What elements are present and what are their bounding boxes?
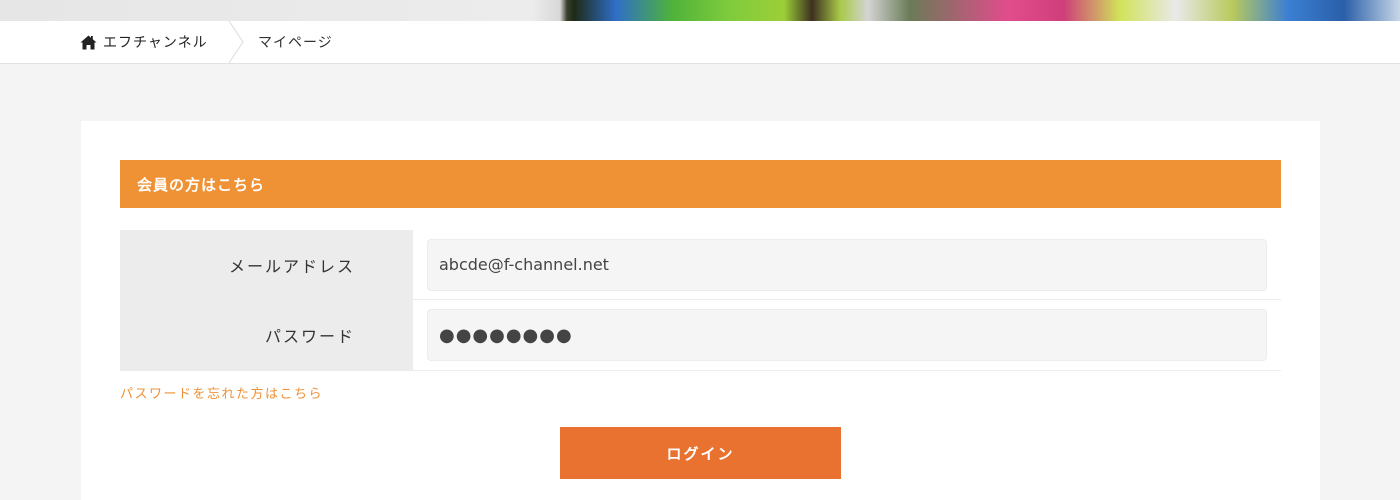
login-panel: 会員の方はこちら メールアドレス パスワード パスワードを忘れた方はこちら ログ… (81, 121, 1320, 500)
breadcrumb-current-page: マイページ (258, 35, 333, 51)
login-button[interactable]: ログイン (560, 427, 841, 479)
hero-banner-image (0, 0, 1400, 21)
password-field[interactable] (427, 309, 1267, 361)
breadcrumb-separator-icon (228, 21, 244, 63)
breadcrumb: エフチャンネル マイページ (0, 21, 1400, 64)
login-form-table: メールアドレス パスワード (120, 230, 1281, 371)
password-field-cell (413, 300, 1281, 370)
email-field[interactable] (427, 238, 1267, 291)
email-field-cell (413, 230, 1281, 299)
home-icon (80, 35, 97, 50)
email-label: メールアドレス (120, 230, 413, 299)
password-label: パスワード (120, 300, 413, 370)
email-row: メールアドレス (120, 230, 1281, 300)
login-panel-title: 会員の方はこちら (120, 160, 1281, 208)
password-row: パスワード (120, 300, 1281, 371)
breadcrumb-home-label: エフチャンネル (103, 35, 208, 51)
breadcrumb-home-link[interactable]: エフチャンネル (80, 21, 208, 63)
forgot-password-link[interactable]: パスワードを忘れた方はこちら (120, 383, 323, 402)
